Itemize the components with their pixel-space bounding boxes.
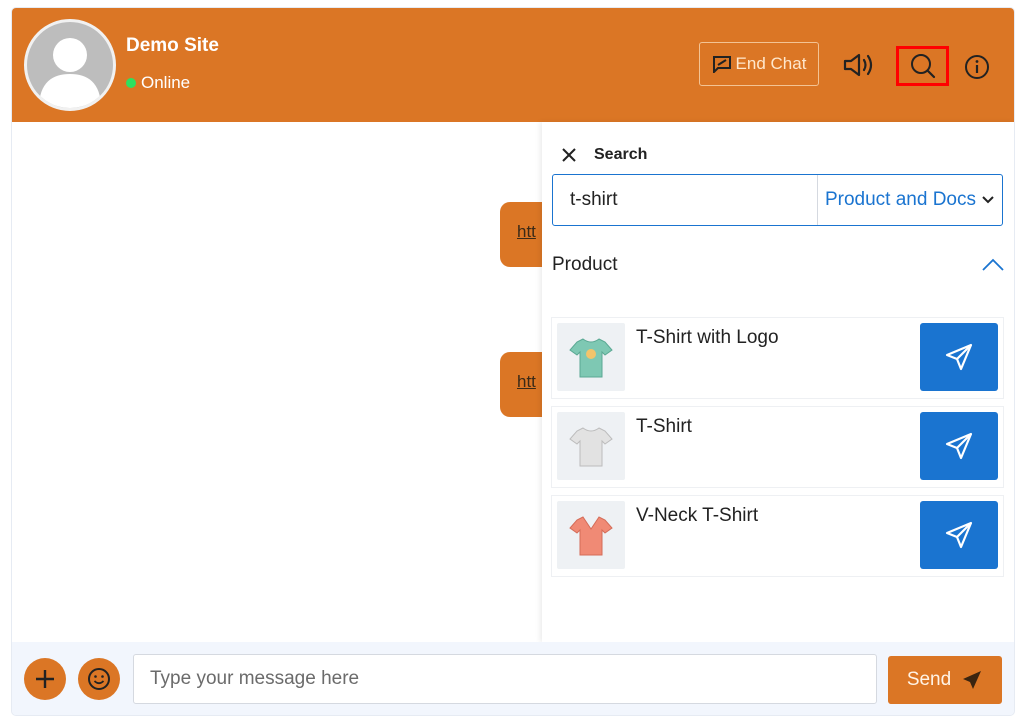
send-product-button[interactable]	[920, 412, 998, 480]
tshirt-icon	[569, 427, 613, 467]
search-panel: Search Product and Docs Product	[542, 122, 1014, 642]
send-label: Send	[906, 669, 952, 690]
product-thumbnail	[557, 412, 625, 480]
vneck-tshirt-icon	[569, 516, 613, 556]
paper-plane-icon	[945, 521, 973, 549]
info-button[interactable]	[962, 52, 992, 82]
tshirt-icon	[569, 338, 613, 378]
status-text: Online	[141, 73, 191, 92]
close-icon[interactable]	[562, 148, 576, 162]
search-scope-value: Product and Docs	[824, 189, 976, 210]
attach-button[interactable]	[24, 658, 66, 700]
message-input[interactable]	[133, 654, 877, 704]
chevron-up-icon[interactable]	[982, 258, 1004, 272]
search-button[interactable]	[896, 46, 949, 86]
product-name: V-Neck T-Shirt	[636, 505, 759, 526]
message-link[interactable]: htt	[517, 222, 536, 241]
product-item[interactable]: T-Shirt with Logo	[552, 318, 1003, 398]
search-scope-select[interactable]: Product and Docs	[817, 175, 1002, 225]
search-panel-header: Search	[562, 146, 647, 164]
paper-plane-icon	[963, 671, 982, 689]
composer: Send	[12, 642, 1014, 715]
online-dot-icon	[126, 78, 136, 88]
product-name: T-Shirt	[636, 416, 692, 437]
search-bar: Product and Docs	[552, 174, 1003, 226]
speaker-icon	[843, 53, 873, 77]
search-icon	[910, 54, 935, 79]
end-chat-label: End Chat	[735, 54, 807, 73]
chat-off-icon	[712, 56, 731, 73]
user-avatar-icon	[39, 38, 101, 108]
product-section-header[interactable]: Product	[552, 254, 1004, 276]
chat-widget: Demo Site Online End Chat htt htt Search…	[12, 8, 1014, 715]
paper-plane-icon	[945, 432, 973, 460]
product-item[interactable]: T-Shirt	[552, 407, 1003, 487]
avatar	[24, 19, 116, 111]
product-name: T-Shirt with Logo	[636, 327, 779, 348]
send-product-button[interactable]	[920, 323, 998, 391]
emoji-button[interactable]	[78, 658, 120, 700]
paper-plane-icon	[945, 343, 973, 371]
product-section-title: Product	[552, 254, 618, 275]
info-icon	[965, 55, 989, 79]
message-link[interactable]: htt	[517, 372, 536, 391]
chevron-down-icon	[982, 196, 994, 204]
chat-header: Demo Site Online End Chat	[12, 8, 1014, 122]
product-thumbnail	[557, 323, 625, 391]
plus-icon	[36, 670, 54, 688]
search-panel-title: Search	[594, 146, 648, 163]
sound-toggle[interactable]	[840, 50, 878, 80]
site-name: Demo Site	[126, 35, 219, 56]
send-product-button[interactable]	[920, 501, 998, 569]
emoji-icon	[88, 668, 110, 690]
product-thumbnail	[557, 501, 625, 569]
online-status: Online	[126, 73, 190, 93]
end-chat-button[interactable]: End Chat	[699, 42, 819, 86]
send-button[interactable]: Send	[888, 656, 1002, 704]
search-input[interactable]	[553, 175, 817, 225]
product-item[interactable]: V-Neck T-Shirt	[552, 496, 1003, 576]
